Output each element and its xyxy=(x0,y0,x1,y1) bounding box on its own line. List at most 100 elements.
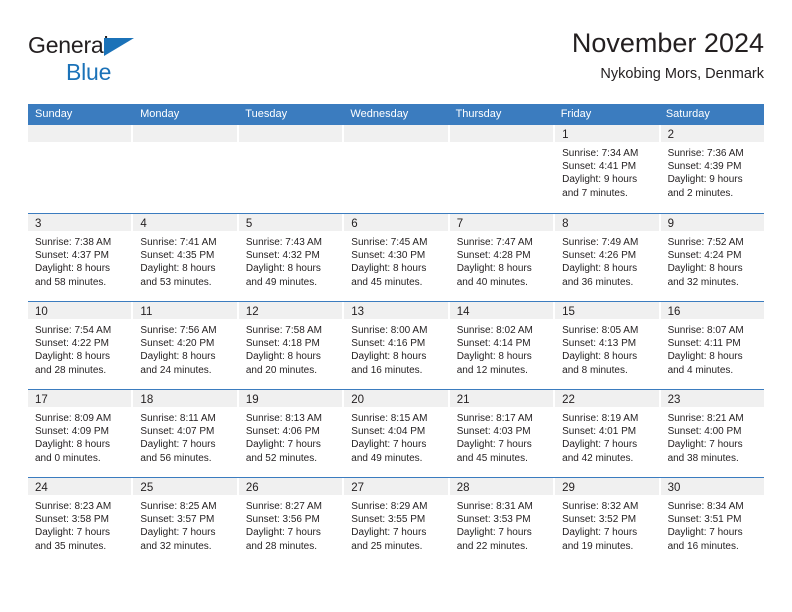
daylight-text-line2: and 20 minutes. xyxy=(245,364,318,376)
day-sun-info: Sunrise: 8:23 AM Sunset: 3:58 PM Daylight:… xyxy=(28,495,131,553)
calendar-day-cell[interactable]: 28 Sunrise: 8:31 AM Sunset: 3:53 PM Dayligh… xyxy=(449,478,554,565)
calendar-day-cell[interactable]: 9 Sunrise: 7:52 AM Sunset: 4:24 PM Daylight… xyxy=(660,214,764,301)
calendar-day-cell[interactable]: 14 Sunrise: 8:02 AM Sunset: 4:14 PM Dayligh… xyxy=(449,302,554,389)
daylight-text-line2: and 32 minutes. xyxy=(667,276,739,288)
day-number: 17 xyxy=(35,394,48,406)
calendar-day-cell[interactable]: 13 Sunrise: 8:00 AM Sunset: 4:16 PM Dayligh… xyxy=(344,302,448,389)
sunset-text: Sunset: 4:39 PM xyxy=(667,161,742,173)
sunset-text: Sunset: 4:22 PM xyxy=(35,338,109,350)
calendar-day-cell[interactable]: 23 Sunrise: 8:21 AM Sunset: 4:00 PM Dayligh… xyxy=(660,390,764,477)
daylight-text-line2: and 32 minutes. xyxy=(140,540,212,552)
sunrise-text: Sunrise: 8:11 AM xyxy=(140,413,216,424)
calendar-day-cell[interactable]: 16 Sunrise: 8:07 AM Sunset: 4:11 PM Dayligh… xyxy=(660,302,764,389)
calendar-day-cell[interactable]: 10 Sunrise: 7:54 AM Sunset: 4:22 PM Dayligh… xyxy=(28,302,132,389)
day-number-band: 26 xyxy=(238,478,343,495)
calendar-day-cell[interactable]: 7 Sunrise: 7:47 AM Sunset: 4:28 PM Daylight… xyxy=(449,214,554,301)
daylight-text-line2: and 22 minutes. xyxy=(456,540,528,552)
sunrise-text: Sunrise: 8:29 AM xyxy=(351,501,428,512)
sunset-text: Sunset: 4:41 PM xyxy=(562,161,637,173)
sunset-text: Sunset: 4:01 PM xyxy=(562,426,637,438)
day-sun-info: Sunrise: 7:43 AM Sunset: 4:32 PM Daylight:… xyxy=(239,231,342,289)
calendar-day-cell[interactable]: 8 Sunrise: 7:49 AM Sunset: 4:26 PM Daylight… xyxy=(555,214,659,301)
weekday-header-saturday: Saturday xyxy=(665,108,710,120)
day-number: 29 xyxy=(562,482,575,494)
daylight-text-line2: and 42 minutes. xyxy=(562,452,634,464)
day-sun-info: Sunrise: 7:34 AM Sunset: 4:41 PM Daylight:… xyxy=(555,142,658,200)
page-title: November 2024 xyxy=(571,28,764,58)
day-sun-info: Sunrise: 7:36 AM Sunset: 4:39 PM Daylight:… xyxy=(661,142,764,200)
calendar-day-cell[interactable]: 12 Sunrise: 7:58 AM Sunset: 4:18 PM Dayligh… xyxy=(238,302,343,389)
calendar-day-cell[interactable]: 22 Sunrise: 8:19 AM Sunset: 4:01 PM Dayligh… xyxy=(555,390,659,477)
calendar-day-cell[interactable]: 30 Sunrise: 8:34 AM Sunset: 3:51 PM Dayligh… xyxy=(660,478,764,565)
calendar-day-cell[interactable]: 18 Sunrise: 8:11 AM Sunset: 4:07 PM Dayligh… xyxy=(133,390,237,477)
calendar-day-cell[interactable]: 4 Sunrise: 7:41 AM Sunset: 4:35 PM Daylight… xyxy=(133,214,237,301)
daylight-text-line2: and 58 minutes. xyxy=(35,276,107,288)
calendar-day-cell-empty xyxy=(28,125,132,213)
calendar-day-cell[interactable]: 15 Sunrise: 8:05 AM Sunset: 4:13 PM Dayligh… xyxy=(555,302,659,389)
calendar-day-cell[interactable]: 5 Sunrise: 7:43 AM Sunset: 4:32 PM Daylight… xyxy=(238,214,343,301)
calendar-day-cell[interactable]: 17 Sunrise: 8:09 AM Sunset: 4:09 PM Dayligh… xyxy=(28,390,132,477)
sunrise-text: Sunrise: 7:47 AM xyxy=(456,237,533,248)
day-number-band: 29 xyxy=(555,478,659,495)
day-number: 8 xyxy=(562,218,569,230)
daylight-text-line1: Daylight: 7 hours xyxy=(667,527,743,539)
calendar-day-cell[interactable]: 27 Sunrise: 8:29 AM Sunset: 3:55 PM Dayligh… xyxy=(344,478,448,565)
sunrise-text: Sunrise: 7:52 AM xyxy=(667,237,744,248)
calendar-day-cell[interactable]: 29 Sunrise: 8:32 AM Sunset: 3:52 PM Dayligh… xyxy=(555,478,659,565)
sunrise-text: Sunrise: 8:25 AM xyxy=(140,501,217,512)
calendar-day-cell[interactable]: 6 Sunrise: 7:45 AM Sunset: 4:30 PM Daylight… xyxy=(344,214,448,301)
sunrise-text: Sunrise: 8:27 AM xyxy=(245,501,322,512)
day-number: 19 xyxy=(245,394,259,406)
daylight-text-line1: Daylight: 8 hours xyxy=(351,263,427,275)
calendar-day-cell[interactable]: 1 Sunrise: 7:34 AM Sunset: 4:41 PM Daylight… xyxy=(555,125,659,213)
sunset-text: Sunset: 4:20 PM xyxy=(140,338,215,350)
day-sun-info: Sunrise: 7:49 AM Sunset: 4:26 PM Daylight:… xyxy=(555,231,658,289)
calendar-day-cell[interactable]: 20 Sunrise: 8:15 AM Sunset: 4:04 PM Dayligh… xyxy=(344,390,448,477)
daylight-text-line1: Daylight: 8 hours xyxy=(35,351,111,363)
daylight-text-line1: Daylight: 8 hours xyxy=(351,351,427,363)
calendar-day-cell[interactable]: 26 Sunrise: 8:27 AM Sunset: 3:56 PM Dayligh… xyxy=(238,478,343,565)
day-number-band: 4 xyxy=(133,214,237,231)
calendar-day-cell[interactable]: 11 Sunrise: 7:56 AM Sunset: 4:20 PM Dayligh… xyxy=(133,302,237,389)
calendar-day-cell[interactable]: 2 Sunrise: 7:36 AM Sunset: 4:39 PM Daylight… xyxy=(660,125,764,213)
daylight-text-line2: and 38 minutes. xyxy=(667,452,739,464)
day-number: 9 xyxy=(667,218,674,230)
daylight-text-line1: Daylight: 8 hours xyxy=(245,351,321,363)
day-number: 11 xyxy=(140,306,153,318)
day-number-band: 8 xyxy=(555,214,659,231)
logo-text-blue: Blue xyxy=(66,59,112,85)
daylight-text-line1: Daylight: 7 hours xyxy=(140,527,216,539)
calendar-day-cell[interactable]: 3 Sunrise: 7:38 AM Sunset: 4:37 PM Daylight… xyxy=(28,214,132,301)
day-sun-info: Sunrise: 7:47 AM Sunset: 4:28 PM Daylight:… xyxy=(450,231,553,289)
day-sun-info: Sunrise: 8:15 AM Sunset: 4:04 PM Daylight:… xyxy=(344,407,447,465)
sunset-text: Sunset: 4:09 PM xyxy=(35,426,109,438)
sunset-text: Sunset: 4:04 PM xyxy=(351,426,426,438)
day-number-band: 15 xyxy=(555,302,659,319)
daylight-text-line2: and 35 minutes. xyxy=(35,540,107,552)
daylight-text-line1: Daylight: 7 hours xyxy=(562,527,638,539)
daylight-text-line1: Daylight: 8 hours xyxy=(456,263,532,275)
daylight-text-line2: and 8 minutes. xyxy=(562,364,628,376)
sunrise-text: Sunrise: 7:45 AM xyxy=(351,237,428,248)
calendar-day-cell[interactable]: 21 Sunrise: 8:17 AM Sunset: 4:03 PM Dayligh… xyxy=(449,390,554,477)
calendar-day-cell[interactable]: 25 Sunrise: 8:25 AM Sunset: 3:57 PM Dayligh… xyxy=(133,478,237,565)
day-number: 3 xyxy=(35,218,42,230)
day-sun-info: Sunrise: 8:09 AM Sunset: 4:09 PM Daylight:… xyxy=(28,407,131,465)
calendar-grid: Sunday Monday Tuesday Wednesday Thursday Frid… xyxy=(28,104,764,565)
day-sun-info: Sunrise: 8:32 AM Sunset: 3:52 PM Daylight:… xyxy=(555,495,658,553)
day-number: 6 xyxy=(351,218,358,230)
day-number-band xyxy=(28,125,132,142)
sunset-text: Sunset: 4:24 PM xyxy=(667,250,742,262)
sunset-text: Sunset: 4:03 PM xyxy=(456,426,531,438)
general-blue-logo[interactable]: General Blue xyxy=(28,34,134,85)
calendar-day-cell[interactable]: 24 Sunrise: 8:23 AM Sunset: 3:58 PM Dayligh… xyxy=(28,478,132,565)
sunset-text: Sunset: 4:13 PM xyxy=(562,338,637,350)
day-number: 16 xyxy=(667,306,681,318)
weekday-header-row: Sunday Monday Tuesday Wednesday Thursday Frid… xyxy=(28,104,764,125)
day-sun-info: Sunrise: 8:11 AM Sunset: 4:07 PM Daylight:… xyxy=(133,407,236,465)
calendar-day-cell[interactable]: 19 Sunrise: 8:13 AM Sunset: 4:06 PM Dayligh… xyxy=(238,390,343,477)
day-number-band: 2 xyxy=(660,125,764,142)
daylight-text-line1: Daylight: 8 hours xyxy=(35,263,111,275)
daylight-text-line1: Daylight: 7 hours xyxy=(351,527,427,539)
day-number-band: 30 xyxy=(660,478,764,495)
